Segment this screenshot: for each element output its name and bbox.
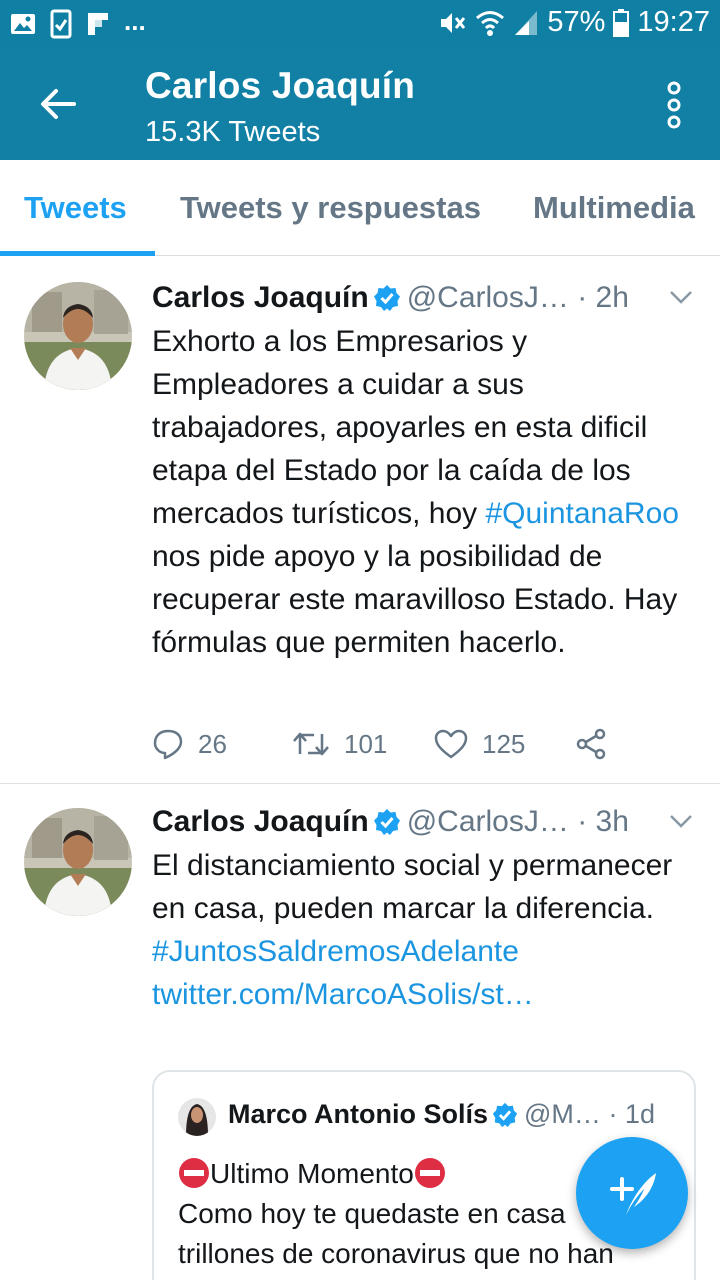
share-button[interactable] xyxy=(576,728,608,760)
clipboard-icon xyxy=(50,9,72,39)
tab-media[interactable]: Multimedia xyxy=(533,190,695,226)
author-handle[interactable]: @CarlosJ… xyxy=(407,805,569,838)
quoted-time: · 1d xyxy=(608,1099,655,1129)
tweet-header: Carlos Joaquín @CarlosJ… · 2h xyxy=(152,278,700,318)
tab-tweets-replies[interactable]: Tweets y respuestas xyxy=(180,190,481,226)
reply-icon xyxy=(153,729,183,760)
back-arrow-icon[interactable] xyxy=(34,80,82,128)
more-notifications: ... xyxy=(124,5,146,36)
mute-icon xyxy=(441,12,466,33)
tweet-text: Exhorto a los Empresarios y Empleadores … xyxy=(152,320,707,664)
wifi-icon xyxy=(476,10,505,36)
tweet-header: Carlos Joaquín @CarlosJ… · 3h xyxy=(152,802,700,842)
verified-badge-icon xyxy=(373,285,400,311)
status-bar: ... 57% 19:27 xyxy=(0,0,720,50)
gallery-icon xyxy=(11,14,35,34)
verified-badge-icon xyxy=(373,809,400,835)
profile-title: Carlos Joaquín 15.3K Tweets xyxy=(145,64,415,152)
like-button[interactable]: 125 xyxy=(434,729,576,760)
author-name[interactable]: Carlos Joaquín xyxy=(152,805,369,838)
quoted-header: Marco Antonio Solís @M… · 1d xyxy=(228,1094,676,1134)
tweet-text-part: El distanciamiento social y permanecer e… xyxy=(152,849,673,925)
retweet-count: 101 xyxy=(344,728,388,759)
avatar[interactable] xyxy=(24,282,132,390)
twitter-profile-screen: ... 57% 19:27 Carlos Joaquín 15.3K Tweet… xyxy=(0,0,720,1280)
like-icon xyxy=(434,729,468,759)
tweet-count: 15.3K Tweets xyxy=(145,116,321,148)
signal-icon xyxy=(515,10,538,35)
system-status: 57% 19:27 xyxy=(437,6,710,39)
quoted-author-name: Marco Antonio Solís xyxy=(228,1099,489,1129)
quoted-line: trillones de coronavirus que no han xyxy=(178,1238,614,1269)
url-link[interactable]: twitter.com/MarcoASolis/st… xyxy=(152,978,534,1011)
app-bar: Carlos Joaquín 15.3K Tweets xyxy=(0,50,720,160)
share-icon xyxy=(576,728,606,760)
hashtag-link[interactable]: #JuntosSaldremosAdelante xyxy=(152,935,519,968)
compose-tweet-icon xyxy=(610,1173,656,1215)
author-handle[interactable]: @CarlosJ… xyxy=(407,281,569,314)
reply-count: 26 xyxy=(198,728,227,759)
no-entry-icon xyxy=(414,1158,445,1188)
tweet-actions: 26 101 125 xyxy=(152,724,608,764)
quoted-author-handle: @M… xyxy=(524,1099,601,1129)
active-tab-indicator xyxy=(0,251,155,256)
tweet-item[interactable]: Carlos Joaquín @CarlosJ… · 2h Exhorto a l… xyxy=(0,258,720,783)
tweet-text-part: nos pide apoyo y la posibilidad de recup… xyxy=(152,540,678,659)
reply-button[interactable]: 26 xyxy=(152,728,292,760)
tweet-time: · 2h xyxy=(577,281,629,314)
hashtag-link[interactable]: #QuintanaRoo xyxy=(485,497,678,530)
retweet-icon xyxy=(293,732,329,756)
notification-icons: ... xyxy=(10,5,146,39)
profile-tabs: Tweets Tweets y respuestas Multimedia xyxy=(0,160,720,256)
page-title: Carlos Joaquín xyxy=(145,65,416,106)
avatar xyxy=(178,1098,216,1136)
avatar[interactable] xyxy=(24,808,132,916)
chevron-down-icon[interactable] xyxy=(668,284,694,310)
flipboard-icon xyxy=(88,13,108,35)
battery-icon xyxy=(613,8,630,37)
tweet-time: · 3h xyxy=(577,805,629,838)
compose-tweet-button[interactable] xyxy=(576,1137,688,1249)
like-count: 125 xyxy=(482,728,526,759)
author-name[interactable]: Carlos Joaquín xyxy=(152,281,369,314)
overflow-menu-icon[interactable] xyxy=(662,80,686,130)
tab-tweets[interactable]: Tweets xyxy=(24,190,127,226)
no-entry-icon xyxy=(179,1158,209,1188)
battery-percent: 57% xyxy=(547,6,606,38)
verified-badge-icon xyxy=(492,1102,518,1128)
retweet-button[interactable]: 101 xyxy=(292,729,434,760)
quoted-line: Ultimo Momento xyxy=(210,1158,414,1189)
tweet-text: El distanciamiento social y permanecer e… xyxy=(152,844,707,1016)
quoted-line: Como hoy te quedaste en casa xyxy=(178,1198,566,1229)
clock: 19:27 xyxy=(637,6,710,38)
chevron-down-icon[interactable] xyxy=(668,808,694,834)
